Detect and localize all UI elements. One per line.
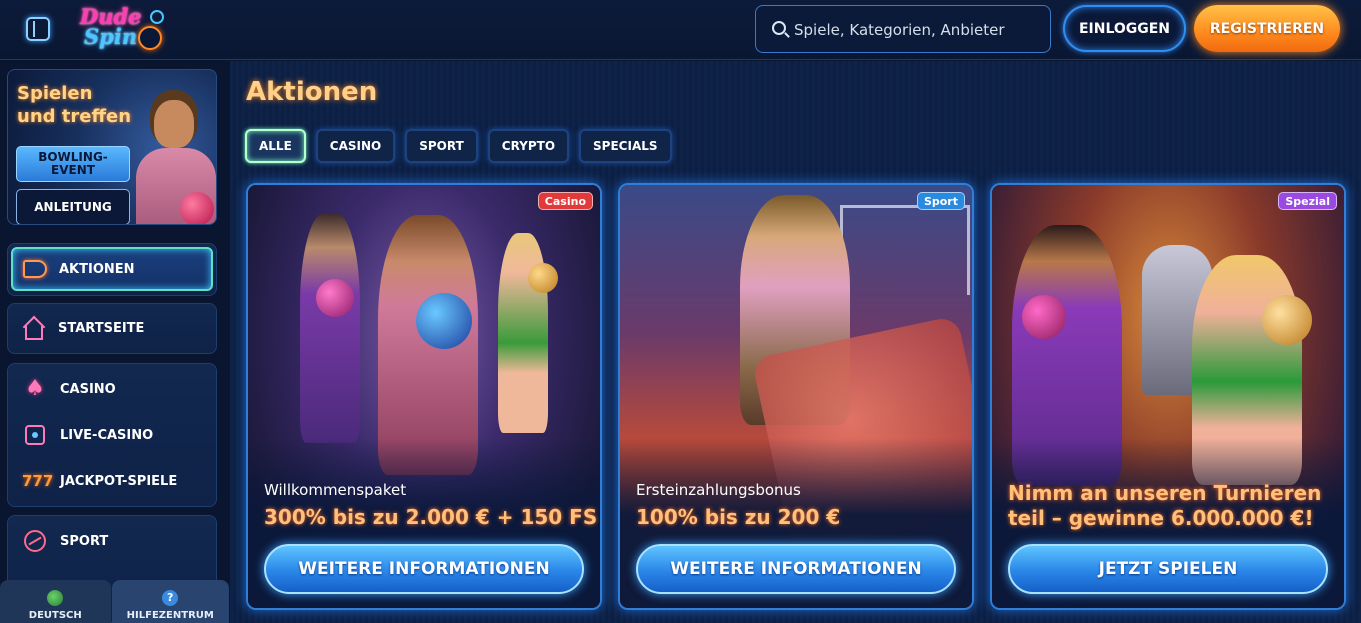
tab-alle[interactable]: ALLE xyxy=(245,129,306,163)
sidebar-toggle-icon[interactable] xyxy=(26,17,50,41)
bowling-event-button[interactable]: BOWLING-EVENT xyxy=(16,146,130,182)
card-headline: Nimm an unseren Turnieren teil – gewinne… xyxy=(1008,481,1322,530)
volleyball-icon xyxy=(24,530,46,552)
sidebar-item-label: AKTIONEN xyxy=(59,261,135,277)
promo-card-first-deposit[interactable]: Sport Ersteinzahlungsbonus 100% bis zu 2… xyxy=(618,183,974,610)
language-label: DEUTSCH xyxy=(28,610,82,621)
logo-text-bottom: Spin xyxy=(84,24,138,49)
promo-card-tournament[interactable]: Spezial Nimm an unseren Turnieren teil –… xyxy=(990,183,1346,610)
more-info-button[interactable]: WEITERE INFORMATIONEN xyxy=(636,544,956,594)
megaphone-icon xyxy=(23,260,47,278)
card-headline: 300% bis zu 2.000 € + 150 FS xyxy=(264,505,598,529)
card-subtitle: Willkommenspaket xyxy=(264,481,407,499)
nav-group-promotions: AKTIONEN xyxy=(7,243,217,296)
language-selector[interactable]: DEUTSCH xyxy=(0,580,111,623)
tab-crypto[interactable]: CRYPTO xyxy=(487,129,570,163)
nav-group-home: STARTSEITE xyxy=(7,303,217,354)
sidebar-footer: DEUTSCH ? HILFEZENTRUM xyxy=(0,580,230,623)
search-input[interactable] xyxy=(794,16,1034,44)
help-center-button[interactable]: ? HILFEZENTRUM xyxy=(111,580,229,623)
sidebar-item-label: LIVE-CASINO xyxy=(60,427,154,443)
card-headline: 100% bis zu 200 € xyxy=(636,505,841,529)
globe-icon xyxy=(47,590,64,606)
main-content: Aktionen ALLE CASINO SPORT CRYPTO SPECIA… xyxy=(230,61,1361,623)
bowling-pin-icon xyxy=(150,10,164,24)
promo-character-image xyxy=(126,94,216,224)
sidebar-item-label: CASINO xyxy=(60,381,116,397)
tab-specials[interactable]: SPECIALS xyxy=(579,129,672,163)
sidebar-item-label: STARTSEITE xyxy=(58,321,145,336)
guide-button[interactable]: ANLEITUNG xyxy=(16,189,130,224)
help-icon: ? xyxy=(162,590,179,606)
register-button[interactable]: REGISTRIEREN xyxy=(1194,5,1340,52)
bowling-promo-card[interactable]: Spielen und treffen BOWLING-EVENT ANLEIT… xyxy=(7,69,217,225)
logo[interactable]: Dude Spin xyxy=(80,4,174,54)
sidebar-item-label: SPORT xyxy=(60,533,109,549)
sidebar-item-label: JACKPOT-SPIELE xyxy=(60,473,178,489)
category-badge: Casino xyxy=(537,192,593,210)
category-badge: Sport xyxy=(916,192,965,210)
search-icon xyxy=(772,21,786,35)
help-center-label: HILFEZENTRUM xyxy=(126,610,214,621)
sidebar-item-startseite[interactable]: STARTSEITE xyxy=(8,304,216,353)
spade-icon: ♠ xyxy=(25,376,45,401)
top-header: Dude Spin EINLOGGEN REGISTRIEREN xyxy=(0,0,1361,60)
nav-group-casino: ♠ CASINO LIVE-CASINO 777 JACKPOT-SPIELE xyxy=(7,363,217,507)
promo-card-welcome[interactable]: Casino Willkommenspaket 300% bis zu 2.00… xyxy=(246,183,602,610)
bowling-ball-icon xyxy=(138,26,162,50)
sidebar-item-sport[interactable]: SPORT xyxy=(8,518,216,564)
play-now-button[interactable]: JETZT SPIELEN xyxy=(1008,544,1328,594)
sidebar: Spielen und treffen BOWLING-EVENT ANLEIT… xyxy=(0,61,230,623)
sidebar-item-live-casino[interactable]: LIVE-CASINO xyxy=(8,412,216,458)
login-button[interactable]: EINLOGGEN xyxy=(1063,5,1186,52)
card-subtitle: Ersteinzahlungsbonus xyxy=(636,481,801,499)
promo-title: Spielen und treffen xyxy=(17,83,132,127)
more-info-button[interactable]: WEITERE INFORMATIONEN xyxy=(264,544,584,594)
sidebar-item-aktionen[interactable]: AKTIONEN xyxy=(11,247,213,291)
category-badge: Spezial xyxy=(1278,192,1337,210)
sidebar-item-jackpot[interactable]: 777 JACKPOT-SPIELE xyxy=(8,458,216,504)
category-tabs: ALLE CASINO SPORT CRYPTO SPECIALS xyxy=(245,129,682,163)
page-title: Aktionen xyxy=(246,77,378,107)
dice-icon xyxy=(25,425,45,445)
sidebar-item-casino[interactable]: ♠ CASINO xyxy=(8,366,216,412)
home-icon xyxy=(22,317,46,341)
search-box[interactable] xyxy=(755,5,1051,53)
tab-casino[interactable]: CASINO xyxy=(315,129,396,163)
777-icon: 777 xyxy=(22,472,54,490)
tab-sport[interactable]: SPORT xyxy=(405,129,478,163)
